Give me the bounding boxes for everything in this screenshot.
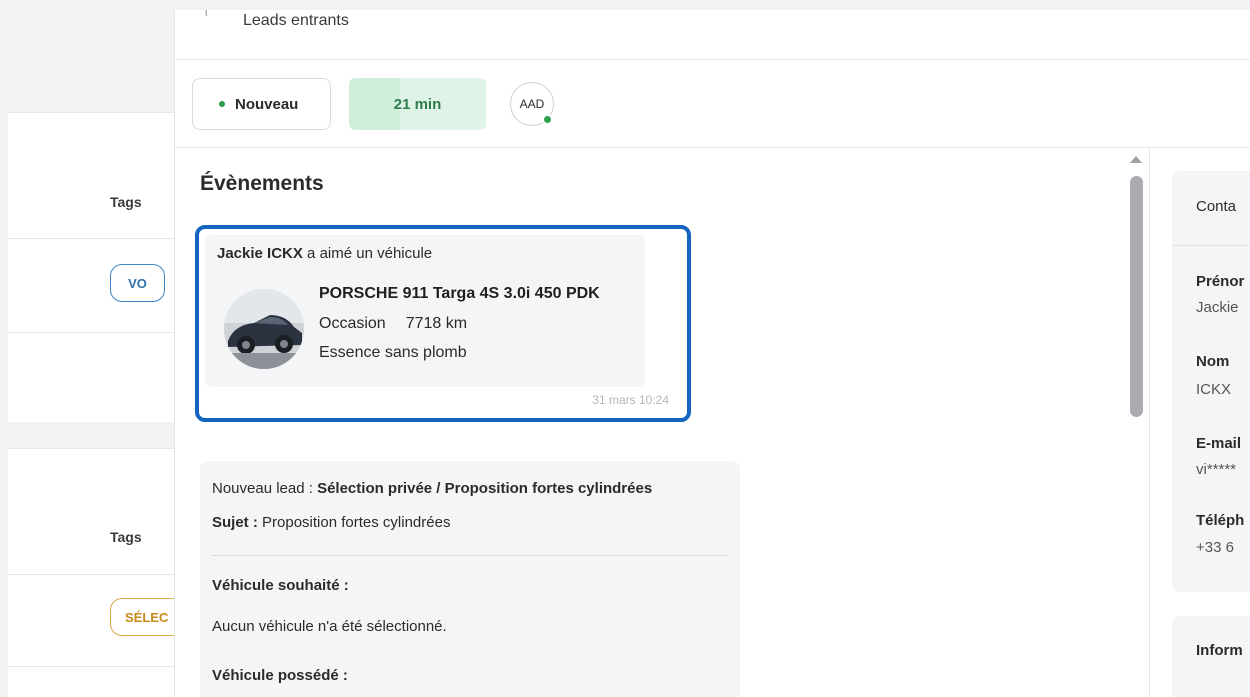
new-lead-event-card: Nouveau lead : Sélection privée / Propos… [200,461,740,697]
lead-source: Sélection privée / Proposition fortes cy… [317,480,653,497]
contact-name: Jackie ICKX [217,245,303,262]
list-row[interactable] [8,112,174,238]
last-name-value: ICKX [1196,381,1232,398]
status-dropdown-button[interactable]: Nouveau [192,78,331,130]
status-dot-icon [219,101,225,107]
column-divider [1149,148,1150,697]
lead-subject: Proposition fortes cylindrées [262,514,451,531]
email-label: E-mail [1196,435,1242,452]
status-label: Nouveau [235,95,299,113]
tags-column-header: Tags [110,194,142,210]
owned-vehicle-label: Véhicule possédé : [212,667,348,684]
car-title[interactable]: PORSCHE 911 Targa 4S 3.0i 450 PDK [319,285,600,303]
tags-column-header: Tags [110,529,142,545]
panel-header: '| Leads entrants [175,10,1250,60]
phone-label: Téléph [1196,512,1245,529]
information-card: Inform [1172,616,1250,697]
event-timestamp: 31 mars 10:24 [592,393,669,407]
lead-detail-panel: '| Leads entrants Nouveau 21 min AAD Évè… [174,10,1250,697]
car-condition-mileage: Occasion 7718 km [319,315,467,333]
subject-label: Sujet : [212,514,263,531]
liked-vehicle-summary: Jackie ICKX a aimé un véhicule [217,245,432,262]
lead-source-line: Nouveau lead : Sélection privée / Propos… [212,480,652,497]
events-title: Évènements [200,172,324,195]
event-action: a aimé un véhicule [302,245,433,262]
phone-value[interactable]: +33 6 [1196,539,1234,556]
events-scrollbar-thumb[interactable] [1130,176,1143,417]
contact-card-header: Conta [1172,171,1250,246]
divider [212,555,728,556]
car-thumbnail-image[interactable] [224,289,304,369]
lead-prefix: Nouveau lead : [212,480,318,497]
background-lead-list: Tags VO Tags SÉLEC [0,0,190,697]
car-fuel: Essence sans plomb [319,344,467,361]
contact-title: Conta [1196,198,1237,215]
car-condition: Occasion [319,315,386,332]
list-row[interactable] [8,666,174,697]
information-title: Inform [1196,642,1243,659]
wanted-vehicle-value: Aucun véhicule n'a été sélectionné. [212,618,447,635]
elapsed-timer: 21 min [349,78,486,130]
leads-icon: '| [203,10,208,17]
last-name-label: Nom [1196,353,1230,370]
first-name-label: Prénor [1196,273,1245,290]
contact-card: Conta Prénor Jackie Nom ICKX E-mail vi**… [1172,171,1250,592]
panel-title: Leads entrants [243,12,349,29]
scroll-up-arrow-icon[interactable] [1130,156,1142,163]
car-mileage: 7718 km [405,315,468,332]
online-status-icon [542,114,553,125]
liked-vehicle-content: Jackie ICKX a aimé un véhicule PORSCHE 9… [205,235,645,387]
liked-vehicle-event-card[interactable]: Jackie ICKX a aimé un véhicule PORSCHE 9… [195,225,691,422]
list-row[interactable] [8,448,174,574]
first-name-value: Jackie [1196,299,1239,316]
events-column: Évènements Jackie ICKX a aimé un véhicul… [175,148,1125,697]
email-value[interactable]: vi***** [1196,461,1236,478]
list-row[interactable] [8,332,174,422]
wanted-vehicle-label: Véhicule souhaité : [212,577,349,594]
status-bar: Nouveau 21 min AAD [175,60,1250,148]
tag-vo-badge[interactable]: VO [110,264,165,302]
lead-subject-line: Sujet : Proposition fortes cylindrées [212,514,450,531]
